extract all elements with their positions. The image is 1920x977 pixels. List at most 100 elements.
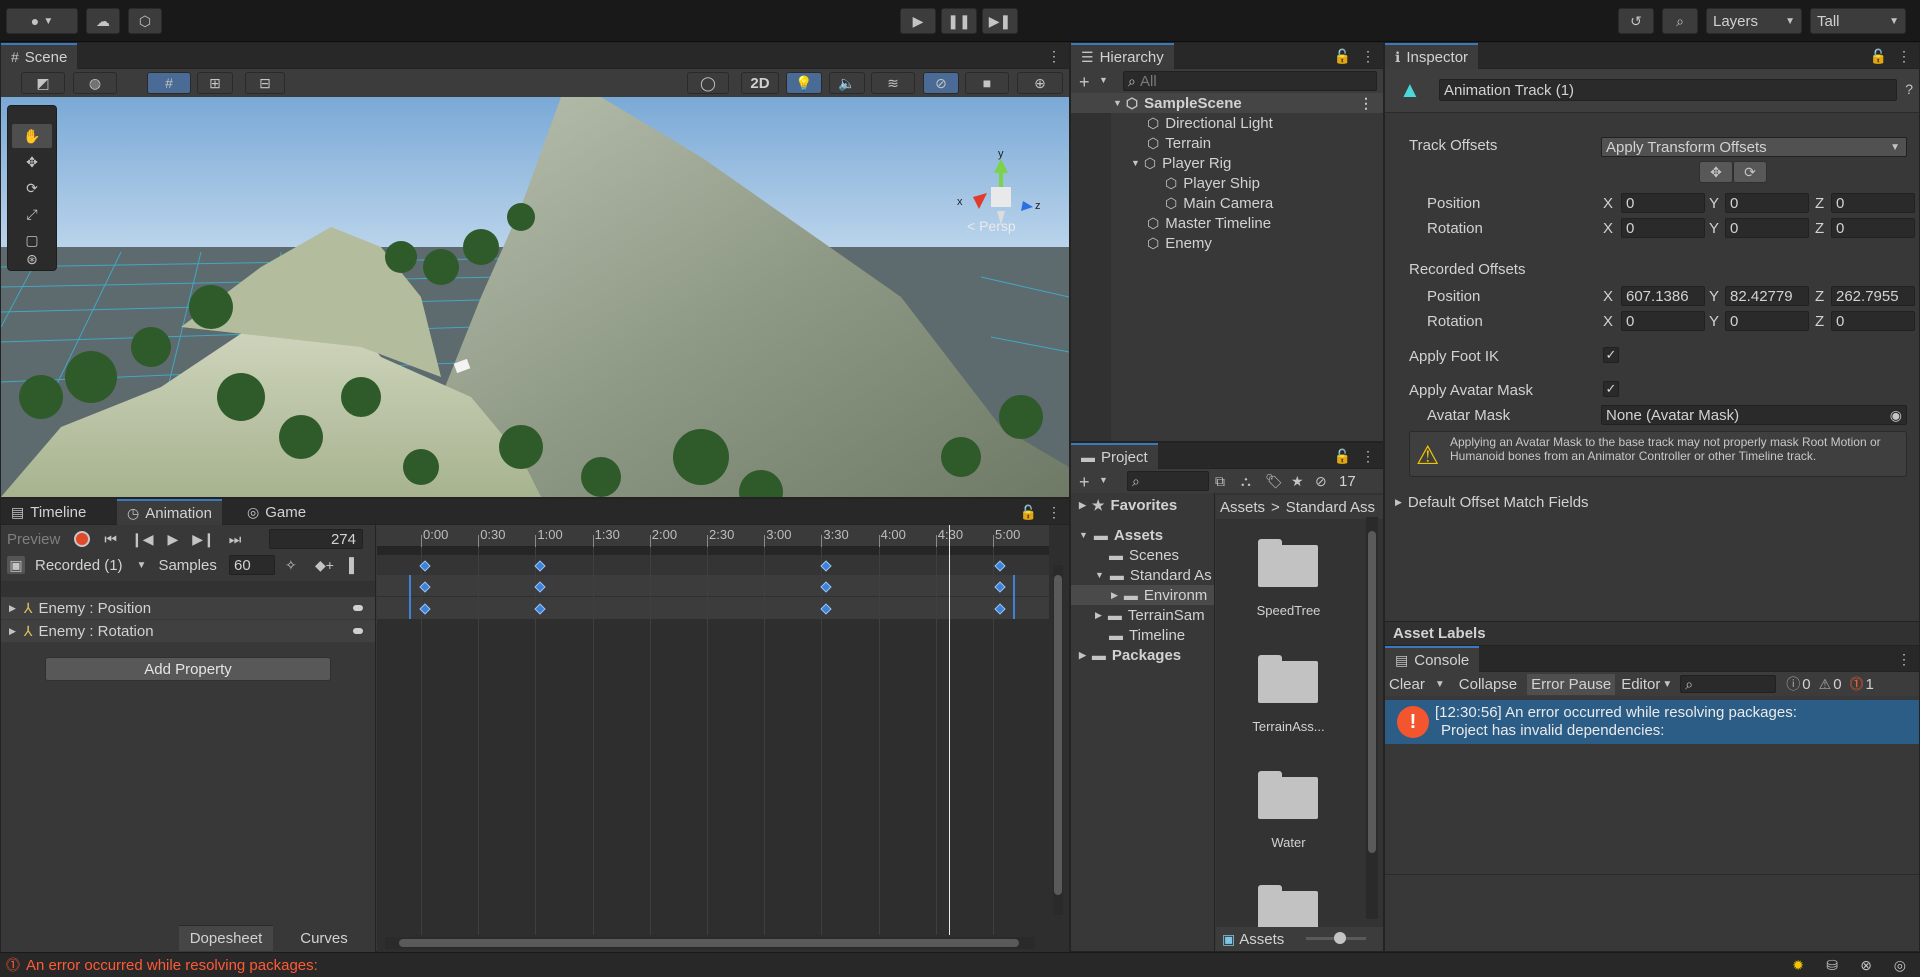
last-key-icon[interactable]: ⏭: [229, 531, 242, 548]
recorded-rotation-z-field[interactable]: 0: [1831, 311, 1915, 331]
layers-dropdown[interactable]: Layers ▼: [1706, 8, 1802, 34]
tab-console[interactable]: ▤ Console: [1385, 646, 1480, 672]
tree-item-main-camera[interactable]: ⬡ Main Camera: [1071, 193, 1383, 213]
cache-icon[interactable]: ⛁: [1826, 957, 1838, 974]
collab-button[interactable]: ⬡: [128, 8, 162, 34]
track-offsets-dropdown[interactable]: Apply Transform Offsets ▼: [1601, 137, 1907, 157]
help-icon[interactable]: ?: [1905, 81, 1913, 97]
console-entry[interactable]: ! [12:30:56] An error occurred while res…: [1385, 700, 1919, 744]
more-icon[interactable]: ⋮: [1047, 48, 1061, 65]
expand-arrow-icon[interactable]: ▶: [9, 626, 16, 637]
first-key-icon[interactable]: ⏮: [104, 531, 117, 548]
property-row[interactable]: ▶ ⅄ Enemy : Position: [1, 597, 375, 619]
chevron-down-icon[interactable]: ▼: [1099, 475, 1108, 485]
expand-arrow-icon[interactable]: ▼: [1079, 530, 1088, 540]
tree-item-player-rig[interactable]: ▼ ⬡ Player Rig: [1071, 153, 1383, 173]
check-circle-icon[interactable]: ◎: [1894, 957, 1906, 974]
error-pause-button[interactable]: Error Pause: [1527, 673, 1616, 695]
tree-item-favorites[interactable]: ▶ ★ Favorites: [1071, 495, 1214, 515]
asset-labels-bar[interactable]: Asset Labels: [1385, 621, 1919, 645]
editor-dropdown[interactable]: Editor: [1621, 676, 1660, 693]
tree-item-packages[interactable]: ▶ ▬ Packages: [1071, 645, 1214, 665]
rotate-gizmo-button[interactable]: ⟳: [1733, 161, 1767, 183]
lock-icon[interactable]: 🔓: [1870, 48, 1887, 65]
clip-selector[interactable]: Recorded (1): [35, 557, 123, 574]
tree-item-player-ship[interactable]: ⬡ Player Ship: [1071, 173, 1383, 193]
clear-button[interactable]: Clear: [1389, 676, 1425, 693]
horizontal-scroll-thumb[interactable]: [399, 939, 1019, 947]
tab-timeline[interactable]: ▤ Timeline: [1, 499, 96, 525]
expand-arrow-icon[interactable]: ▼: [1113, 98, 1122, 108]
move-gizmo-button[interactable]: ✥: [1699, 161, 1733, 183]
breadcrumb-standard-assets[interactable]: Standard Ass: [1286, 499, 1375, 516]
layout-dropdown[interactable]: Tall ▼: [1810, 8, 1906, 34]
snap-increment-button[interactable]: ⊞: [197, 72, 233, 94]
vertical-scrollbar[interactable]: [1053, 565, 1063, 915]
chevron-down-icon[interactable]: ▼: [1435, 679, 1445, 690]
add-event-icon[interactable]: ▌: [349, 557, 359, 573]
lock-icon[interactable]: 🔓: [1334, 448, 1351, 465]
horizontal-scrollbar[interactable]: [385, 937, 1035, 949]
star-icon[interactable]: ★: [1291, 473, 1304, 490]
tab-game[interactable]: ◎ Game: [237, 499, 316, 525]
tree-item-assets[interactable]: ▼ ▬ Assets: [1071, 525, 1214, 545]
position-z-field[interactable]: 0: [1831, 193, 1915, 213]
ruler-button[interactable]: ⊟: [245, 72, 285, 94]
prev-key-icon[interactable]: ❙◀: [131, 531, 154, 548]
chevron-down-icon[interactable]: ▼: [1099, 75, 1108, 85]
rotation-z-field[interactable]: 0: [1831, 218, 1915, 238]
position-y-field[interactable]: 0: [1725, 193, 1809, 213]
object-picker-icon[interactable]: ◉: [1890, 407, 1902, 424]
status-error-text[interactable]: An error occurred while resolving packag…: [26, 957, 318, 974]
more-icon[interactable]: ⋮: [1897, 48, 1911, 65]
hierarchy-search-input[interactable]: ⌕ All: [1123, 71, 1377, 91]
zoom-slider-handle[interactable]: [1334, 932, 1346, 944]
hidden-packages-icon[interactable]: ⊘: [1315, 473, 1327, 490]
expand-arrow-icon[interactable]: ▶: [1095, 610, 1102, 621]
tree-item-scenes[interactable]: ▬ Scenes: [1071, 545, 1214, 565]
search-button[interactable]: ⌕: [1662, 8, 1698, 34]
avatar-mask-field[interactable]: None (Avatar Mask) ◉: [1601, 405, 1907, 425]
more-icon[interactable]: ⋮: [1361, 448, 1375, 465]
tab-inspector[interactable]: ℹ Inspector: [1385, 43, 1479, 69]
object-name-field[interactable]: Animation Track (1): [1439, 79, 1897, 101]
add-icon[interactable]: +: [1079, 72, 1090, 93]
recorded-position-x-field[interactable]: 607.1386: [1621, 286, 1705, 306]
console-search-input[interactable]: ⌕: [1680, 675, 1777, 693]
rotation-x-field[interactable]: 0: [1621, 218, 1705, 238]
lock-small-icon[interactable]: ▣: [7, 556, 25, 574]
chevron-down-icon[interactable]: ▼: [1662, 679, 1672, 690]
type-filter-icon[interactable]: ⛬: [1241, 473, 1251, 490]
selection-start-marker[interactable]: [409, 575, 411, 619]
record-button[interactable]: [74, 531, 91, 547]
info-count-icon[interactable]: ⓘ: [1786, 674, 1800, 694]
next-key-icon[interactable]: ▶❙: [192, 531, 215, 548]
preview-toggle[interactable]: Preview: [7, 531, 60, 548]
scale-tool[interactable]: ⤢: [12, 202, 52, 226]
tree-item-environment[interactable]: ▶ ▬ Environm: [1071, 585, 1214, 605]
lighting-button[interactable]: 💡: [786, 72, 822, 94]
label-filter-icon[interactable]: 🏷: [1265, 473, 1283, 490]
more-icon[interactable]: ⋮: [1361, 48, 1375, 65]
breadcrumb-assets[interactable]: Assets: [1220, 499, 1265, 516]
expand-arrow-icon[interactable]: ▼: [1131, 158, 1140, 168]
playhead[interactable]: [949, 525, 950, 935]
more-icon[interactable]: ⋮: [1897, 651, 1911, 668]
collapse-button[interactable]: Collapse: [1459, 676, 1517, 693]
curves-tab[interactable]: Curves: [273, 925, 375, 951]
property-options-icon[interactable]: [353, 628, 363, 634]
globe-button[interactable]: ◍: [73, 72, 117, 94]
draw-mode-button[interactable]: ◩: [21, 72, 65, 94]
apply-avatar-mask-checkbox[interactable]: ✓: [1603, 381, 1619, 397]
more-icon[interactable]: ⋮: [1359, 95, 1373, 112]
property-row[interactable]: ▶ ⅄ Enemy : Rotation: [1, 620, 375, 642]
expand-arrow-icon[interactable]: ▶: [1079, 500, 1086, 511]
project-search-input[interactable]: ⌕: [1127, 471, 1209, 491]
network-icon[interactable]: ⊗: [1860, 957, 1872, 974]
vertical-scrollbar[interactable]: [1366, 517, 1378, 919]
tree-item-enemy[interactable]: ⬡ Enemy: [1071, 233, 1383, 253]
gizmos-button[interactable]: ⊕: [1017, 72, 1063, 94]
account-dropdown[interactable]: ● ▼: [6, 8, 78, 34]
tab-animation[interactable]: ◷ Animation: [117, 499, 222, 525]
tab-scene[interactable]: # Scene: [1, 43, 78, 69]
